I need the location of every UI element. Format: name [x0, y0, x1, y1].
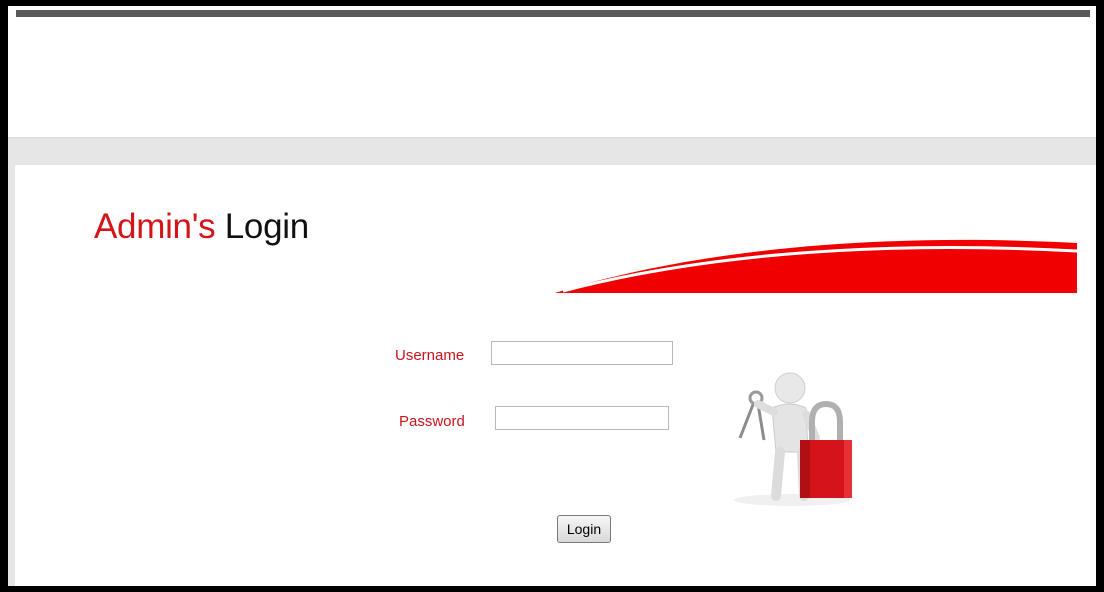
page-title: Admin's Login	[94, 207, 309, 247]
login-button[interactable]: Login	[557, 515, 611, 543]
password-input[interactable]	[495, 406, 669, 430]
person-keys-padlock-icon	[720, 360, 856, 508]
username-label: Username	[395, 347, 465, 364]
login-page: Admin's Login Username Password Login	[8, 6, 1096, 586]
page-header	[8, 17, 1096, 137]
page-title-accent: Admin's	[94, 207, 216, 246]
top-rule	[16, 10, 1090, 17]
password-label: Password	[399, 413, 465, 430]
page-title-rest: Login	[224, 207, 309, 246]
login-panel: Admin's Login Username Password Login	[15, 165, 1096, 586]
header-band	[8, 137, 1096, 166]
username-input[interactable]	[491, 341, 673, 365]
red-swoosh-decoration	[555, 239, 1077, 293]
left-border-strip	[8, 165, 15, 586]
